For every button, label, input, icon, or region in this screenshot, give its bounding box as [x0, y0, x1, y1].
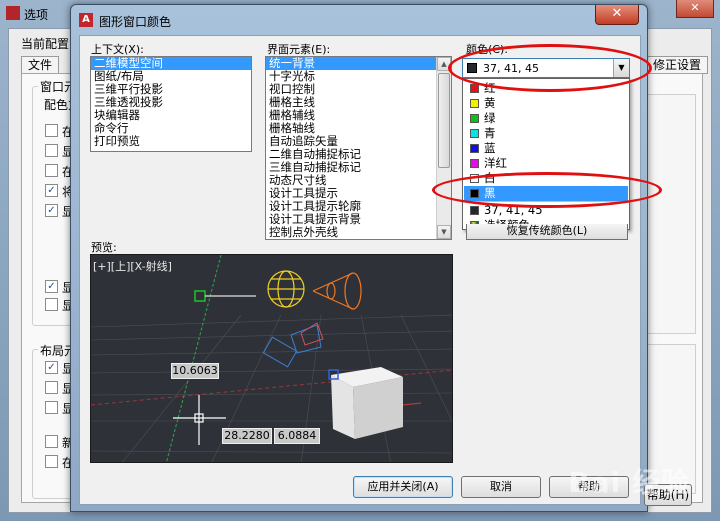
checkbox[interactable]: [45, 401, 58, 414]
checkbox[interactable]: [45, 164, 58, 177]
restore-classic-colors-button[interactable]: 恢复传统颜色(L): [466, 224, 628, 240]
ucs-origin-marker: [194, 290, 206, 302]
color-swatch-icon: [470, 84, 479, 93]
spotlight-glyph: [312, 272, 362, 310]
color-swatch-icon: [470, 99, 479, 108]
color-option-label: 黑: [484, 186, 496, 200]
color-option-label: 洋红: [484, 156, 507, 170]
elements-scrollbar[interactable]: ▲ ▼: [436, 57, 451, 239]
preview-label: 预览:: [91, 241, 117, 254]
color-option-label: 青: [484, 126, 496, 140]
checkbox[interactable]: [45, 144, 58, 157]
checkbox-checked[interactable]: ✓: [45, 204, 58, 217]
dynamic-dimension-value: 6.0884: [274, 428, 320, 444]
dropdown-separator: [467, 201, 627, 202]
checkbox-checked[interactable]: ✓: [45, 280, 58, 293]
cancel-button[interactable]: 取消: [461, 476, 541, 498]
viewport-label: [+][上][X-射线]: [93, 260, 172, 273]
color-dropdown-list[interactable]: 红黄绿青蓝洋红白黑37, 41, 45选择颜色...: [462, 78, 630, 232]
color-swatch-icon: [470, 159, 479, 168]
interface-element-item[interactable]: 光线轮廓: [269, 239, 315, 240]
watermark: Bai 经验: [568, 466, 690, 499]
light-bulb-glyph: [267, 270, 305, 308]
checkbox[interactable]: [45, 298, 58, 311]
color-option-label: 37, 41, 45: [484, 203, 543, 217]
color-swatch-icon: [470, 206, 479, 215]
tab-files[interactable]: 文件: [21, 56, 60, 74]
color-option[interactable]: 蓝: [464, 141, 628, 156]
checkbox-checked[interactable]: ✓: [45, 361, 58, 374]
context-listbox[interactable]: 二维模型空间 图纸/布局 三维平行投影 三维透视投影 块编辑器 命令行 打印预览: [90, 56, 252, 152]
preview-viewport: [+][上][X-射线] 10.6063 28.2280 6.0884: [90, 254, 453, 463]
dynamic-dimension-value: 28.2280: [222, 428, 272, 444]
dialog-close-button[interactable]: ✕: [595, 5, 639, 25]
tab-tune-settings[interactable]: 修正设置: [646, 56, 709, 74]
color-swatch-icon: [470, 174, 479, 183]
color-option-label: 绿: [484, 111, 496, 125]
apply-and-close-button[interactable]: 应用并关闭(A): [353, 476, 453, 498]
dynamic-dimension-value: 10.6063: [171, 363, 219, 379]
dropdown-arrow-icon[interactable]: ▼: [613, 59, 629, 77]
autocad-icon: A: [79, 13, 93, 27]
app-icon: [6, 6, 20, 20]
color-option[interactable]: 黄: [464, 96, 628, 111]
dialog-title: 图形窗口颜色: [99, 15, 172, 29]
color-option[interactable]: 红: [464, 81, 628, 96]
color-combobox[interactable]: 37, 41, 45 ▼: [462, 58, 630, 78]
options-window-title: 选项: [24, 8, 49, 22]
color-option[interactable]: 白: [464, 171, 628, 186]
color-swatch: [467, 63, 477, 73]
interface-elements-listbox[interactable]: 统一背景 十字光标 视口控制 栅格主线 栅格辅线 栅格轴线 自动追踪矢量 二维自动捕捉标记 三维…: [265, 56, 452, 240]
checkbox[interactable]: [45, 435, 58, 448]
checkbox-checked[interactable]: ✓: [45, 184, 58, 197]
color-option-label: 蓝: [484, 141, 496, 155]
camera-glyph: [262, 324, 322, 368]
color-option[interactable]: 37, 41, 45: [464, 203, 628, 218]
color-swatch-icon: [470, 144, 479, 153]
color-option[interactable]: 绿: [464, 111, 628, 126]
checkbox[interactable]: [45, 124, 58, 137]
color-option-label: 红: [484, 81, 496, 95]
checkbox[interactable]: [45, 381, 58, 394]
context-item[interactable]: 打印预览: [91, 135, 251, 148]
context-label: 上下文(X):: [91, 43, 144, 56]
crosshair-cursor: [173, 395, 226, 445]
interface-elements-label: 界面元素(E):: [267, 43, 331, 56]
preview-scene: [91, 255, 452, 462]
color-option-label: 黄: [484, 96, 496, 110]
color-swatch-icon: [470, 114, 479, 123]
color-label: 颜色(C):: [466, 43, 508, 56]
color-swatch-icon: [470, 189, 479, 198]
scroll-thumb[interactable]: [438, 73, 450, 168]
color-current-value: 37, 41, 45: [483, 62, 539, 75]
color-option[interactable]: 洋红: [464, 156, 628, 171]
scroll-down-icon[interactable]: ▼: [437, 225, 451, 239]
options-close-button[interactable]: ✕: [676, 0, 714, 18]
color-swatch-icon: [470, 129, 479, 138]
checkbox[interactable]: [45, 455, 58, 468]
color-option-label: 白: [484, 171, 496, 185]
color-option[interactable]: 黑: [464, 186, 628, 201]
right-panel-box: [644, 94, 696, 334]
scroll-up-icon[interactable]: ▲: [437, 57, 451, 71]
color-option[interactable]: 青: [464, 126, 628, 141]
